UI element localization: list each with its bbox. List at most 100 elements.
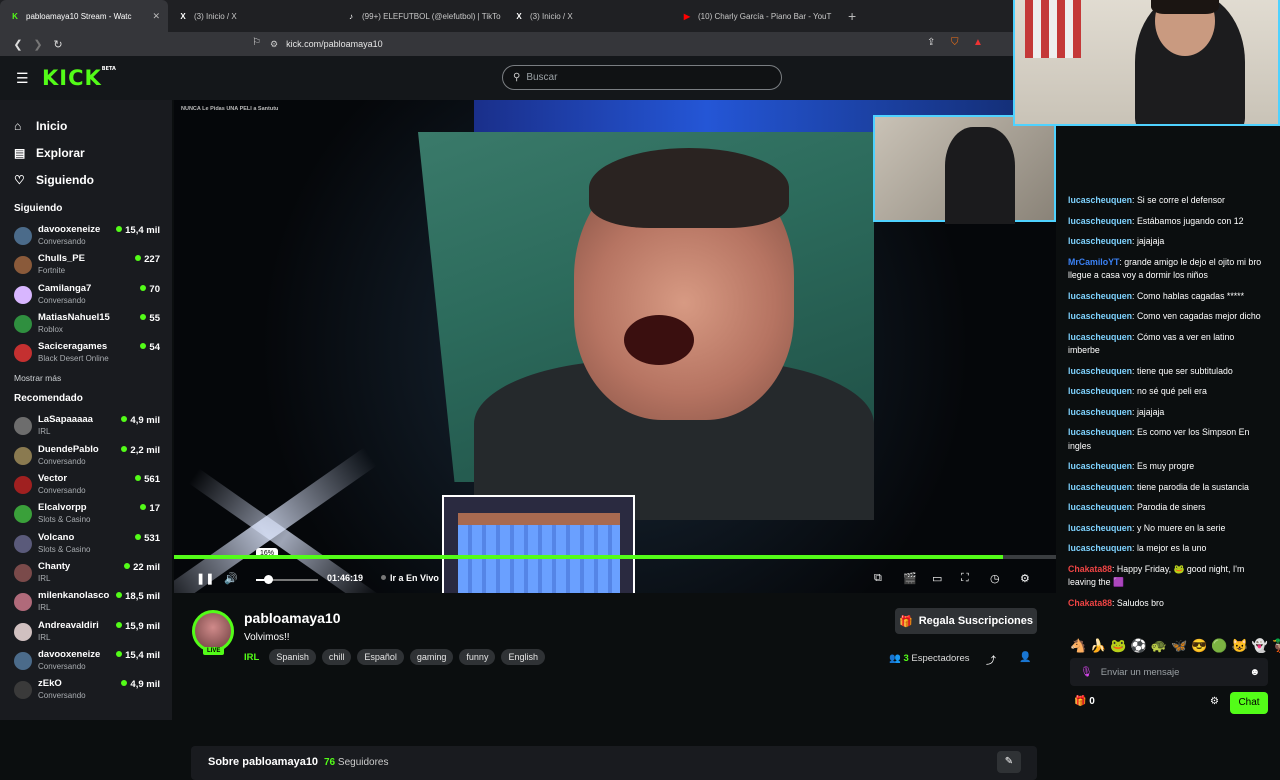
chat-username[interactable]: lucascheuquen [1068,195,1132,205]
browser-tab[interactable]: X (3) Inicio / X [504,0,672,32]
chat-username[interactable]: lucascheuquen [1068,502,1132,512]
channel-avatar[interactable] [192,610,234,652]
chat-username[interactable]: lucascheuquen [1068,482,1132,492]
url-field[interactable]: ⚙ kick.com/pabloamaya10 [270,32,990,56]
tag-chip[interactable]: Español [357,649,404,665]
chat-username[interactable]: lucascheuquen [1068,386,1132,396]
sidebar-channel[interactable]: LaSapaaaaa IRL 4,9 mil [0,411,172,440]
sidebar-channel[interactable]: Camilanga7 Conversando 70 [0,280,172,309]
sidebar-channel[interactable]: Chulls_PE Fortnite 227 [0,250,172,279]
tag-chip[interactable]: gaming [409,649,454,665]
chat-username[interactable]: lucascheuquen [1068,216,1132,226]
tag-chip[interactable]: Spanish [269,649,316,665]
progress-bar[interactable] [174,555,1056,559]
sidebar-item-siguiendo[interactable]: ♡ Siguiendo [0,166,172,193]
edit-icon[interactable]: ✎ [997,751,1021,773]
channel-name[interactable]: pabloamaya10 [244,610,341,626]
share-icon[interactable]: ⤴ [986,652,996,667]
chat-username[interactable]: lucascheuquen [1068,291,1132,301]
emote-icon[interactable]: 🐸 [1110,638,1126,654]
sidebar-channel[interactable]: DuendePablo Conversando 2,2 mil [0,441,172,470]
sidebar-channel[interactable]: Andreavaldiri IRL 15,9 mil [0,617,172,646]
follow-icon[interactable]: 👤 [1019,652,1031,663]
browser-tab[interactable]: Kpabloamaya10 Stream - Watc ✕ [0,0,168,32]
back-icon[interactable]: ❮ [8,38,28,51]
chat-username[interactable]: lucascheuquen [1068,407,1132,417]
volume-handle[interactable] [264,575,273,584]
share-page-icon[interactable]: ⇪ [927,37,935,48]
volume-icon[interactable]: 🔊 [224,572,238,585]
chat-input[interactable]: 🎙 Enviar un mensaje ☻ [1070,658,1268,686]
tab-close-icon[interactable]: ✕ [152,11,160,22]
emote-icon[interactable]: 👻 [1252,638,1268,654]
points-value: 0 [1089,696,1095,707]
bookmark-icon[interactable]: ⚐ [252,37,261,48]
miniplayer-icon[interactable]: ⧉ [874,572,882,585]
gift-subs-button[interactable]: 🎁 Regala Suscripciones [895,608,1037,634]
sidebar-channel[interactable]: davooxeneize Conversando 15,4 mil [0,646,172,675]
sidebar-channel[interactable]: milenkanolasco IRL 18,5 mil [0,587,172,616]
emote-icon[interactable]: 🦆 [1272,638,1280,654]
chat-username[interactable]: lucascheuquen [1068,427,1132,437]
settings-icon[interactable]: ⚙ [1020,572,1030,585]
sidebar-channel[interactable]: Chanty IRL 22 mil [0,558,172,587]
theater-mode-icon[interactable]: ▭ [932,572,942,585]
chat-username[interactable]: lucascheuquen [1068,461,1132,471]
emote-icon[interactable]: 🟢 [1211,638,1227,654]
go-live-button[interactable]: Ir a En Vivo [381,573,439,583]
sidebar-channel[interactable]: Elcalvorpp Slots & Casino 17 [0,499,172,528]
emote-icon[interactable]: 🍌 [1090,638,1106,654]
show-more-link[interactable]: Mostrar más [0,367,172,389]
points-display[interactable]: 🎁 0 [1074,696,1095,707]
sidebar-channel[interactable]: davooxeneize Conversando 15,4 mil [0,221,172,250]
tag-chip[interactable]: funny [459,649,496,665]
menu-icon[interactable]: ☰ [16,70,30,87]
emote-icon[interactable]: 🐴 [1070,638,1086,654]
speed-icon[interactable]: ◷ [990,572,1000,585]
emote-icon[interactable]: ⚽ [1131,638,1147,654]
chat-username[interactable]: Chakata88 [1068,598,1112,608]
emote-icon[interactable]: 🦋 [1171,638,1187,654]
chat-settings-icon[interactable]: ⚙ [1210,696,1219,707]
site-info-icon[interactable]: ⚙ [270,39,278,50]
sidebar-channel[interactable]: Saciceragames Black Desert Online 54 [0,338,172,367]
search-input[interactable]: ⚲ Buscar [502,65,782,90]
microphone-icon[interactable]: 🎙 [1080,667,1093,678]
chat-send-button[interactable]: Chat [1230,692,1268,714]
sidebar-channel[interactable]: Volcano Slots & Casino 531 [0,529,172,558]
chat-username[interactable]: lucascheuquen [1068,311,1132,321]
sidebar-channel[interactable]: MatiasNahuel15 Roblox 55 [0,309,172,338]
pause-icon[interactable]: ❚❚ [196,572,214,585]
video-player[interactable]: NUNCA Le Pidas UNA PELI a Santutu 16% ❚❚… [174,100,1056,593]
browser-tab[interactable]: ▶ (10) Charly García - Piano Bar - YouT [672,0,840,32]
category-link[interactable]: IRL [244,652,259,663]
chat-username[interactable]: lucascheuquen [1068,523,1132,533]
chat-username[interactable]: Chakata88 [1068,564,1112,574]
fullscreen-icon[interactable]: ⛶ [961,572,969,585]
browser-tab[interactable]: X (3) Inicio / X [168,0,336,32]
sidebar-channel[interactable]: zEkO Conversando 4,9 mil [0,675,172,704]
kick-logo[interactable]: KICKBETA [42,66,116,90]
sidebar-channel[interactable]: Vector Conversando 561 [0,470,172,499]
sidebar-item-explorar[interactable]: ▤ Explorar [0,139,172,166]
emoji-icon[interactable]: ☻ [1249,667,1260,678]
tag-chip[interactable]: English [501,649,545,665]
emote-icon[interactable]: 😺 [1232,638,1248,654]
channel-avatar [14,256,32,275]
clip-icon[interactable]: 🎬 [903,572,917,585]
new-tab-button[interactable]: + [840,8,864,24]
emote-icon[interactable]: 🐢 [1151,638,1167,654]
chat-username[interactable]: lucascheuquen [1068,366,1132,376]
tag-chip[interactable]: chill [321,649,352,665]
rewards-icon[interactable]: ▲ [973,37,983,48]
chat-username[interactable]: lucascheuquen [1068,332,1132,342]
emote-icon[interactable]: 😎 [1191,638,1207,654]
chat-username[interactable]: lucascheuquen [1068,543,1132,553]
chat-username[interactable]: MrCamiloYT [1068,257,1119,267]
reload-icon[interactable]: ↻ [48,38,68,51]
chat-username[interactable]: lucascheuquen [1068,236,1132,246]
forward-icon[interactable]: ❯ [28,38,48,51]
brave-shield-icon[interactable]: ⛉ [951,37,959,48]
browser-tab[interactable]: ♪ (99+) ELEFUTBOL (@elefutbol) | TikTo [336,0,504,32]
sidebar-item-inicio[interactable]: ⌂ Inicio [0,112,172,139]
